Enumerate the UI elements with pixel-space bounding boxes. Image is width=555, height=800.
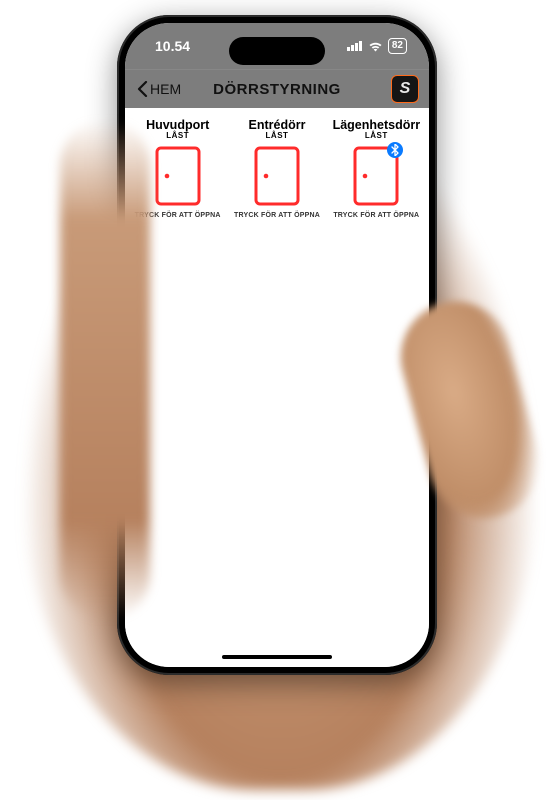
door-title: Entrédörr bbox=[230, 118, 323, 132]
phone-frame: 10.54 82 bbox=[117, 15, 437, 675]
door-card-entredorr[interactable]: Entrédörr LÅST TRYCK FÖR ATT ÖPPNA bbox=[230, 118, 323, 219]
door-icon bbox=[155, 146, 201, 206]
door-status: LÅST bbox=[131, 131, 224, 140]
door-hint: TRYCK FÖR ATT ÖPPNA bbox=[230, 212, 323, 219]
phone-screen: 10.54 82 bbox=[125, 23, 429, 667]
content-area: Huvudport LÅST TRYCK FÖR ATT ÖPPNA Entré… bbox=[125, 108, 429, 667]
app-logo[interactable]: S bbox=[391, 75, 419, 103]
dynamic-island bbox=[229, 37, 325, 65]
chevron-left-icon bbox=[137, 81, 148, 97]
status-time: 10.54 bbox=[155, 38, 190, 54]
door-icon bbox=[254, 146, 300, 206]
wifi-icon bbox=[368, 41, 383, 52]
door-card-lagenhetsdorr[interactable]: Lägenhetsdörr LÅST bbox=[330, 118, 423, 219]
door-icon bbox=[353, 146, 399, 206]
cellular-icon bbox=[347, 41, 363, 51]
door-row: Huvudport LÅST TRYCK FÖR ATT ÖPPNA Entré… bbox=[131, 118, 423, 219]
battery-indicator: 82 bbox=[388, 38, 407, 54]
door-status: LÅST bbox=[230, 131, 323, 140]
door-title: Huvudport bbox=[131, 118, 224, 132]
back-label: HEM bbox=[150, 81, 181, 97]
hand-fingers bbox=[60, 120, 150, 620]
door-hint: TRYCK FÖR ATT ÖPPNA bbox=[330, 212, 423, 219]
door-title: Lägenhetsdörr bbox=[330, 118, 423, 132]
home-indicator[interactable] bbox=[222, 655, 332, 659]
nav-bar: HEM DÖRRSTYRNING S bbox=[125, 69, 429, 108]
door-status: LÅST bbox=[330, 131, 423, 140]
back-button[interactable]: HEM bbox=[131, 70, 187, 108]
page-title: DÖRRSTYRNING bbox=[213, 81, 341, 98]
bluetooth-icon bbox=[387, 142, 403, 158]
status-indicators: 82 bbox=[347, 38, 407, 54]
app-logo-letter: S bbox=[400, 80, 411, 98]
